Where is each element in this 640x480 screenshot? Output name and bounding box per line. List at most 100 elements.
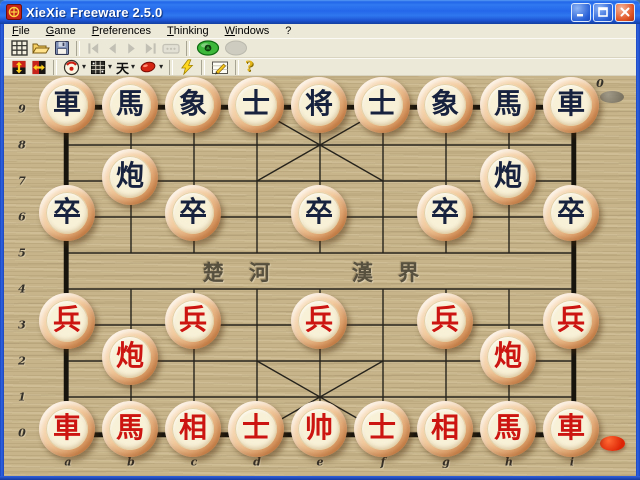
piece-character: 炮	[115, 159, 144, 192]
red-piece-font-icon	[140, 61, 156, 73]
piece-black-i9[interactable]: 車	[543, 77, 599, 133]
piece-black-i6[interactable]: 卒	[543, 185, 599, 241]
file-label-i: i	[569, 455, 575, 469]
piece-face: 馬	[109, 84, 151, 126]
piece-black-c9[interactable]: 象	[165, 77, 221, 133]
new-board-button[interactable]	[11, 39, 28, 57]
piece-face: 馬	[487, 84, 529, 126]
piece-character: 馬	[493, 87, 522, 120]
maximize-button[interactable]	[593, 2, 613, 22]
setup-position-button[interactable]	[211, 58, 229, 76]
piece-face: 将	[298, 84, 340, 126]
toolbar-separator	[235, 59, 240, 75]
piece-red-c3[interactable]: 兵	[165, 293, 221, 349]
piece-face: 兵	[46, 300, 88, 342]
piece-set-icon	[63, 59, 80, 75]
piece-black-b7[interactable]: 炮	[102, 149, 158, 205]
window-border-left	[0, 24, 4, 480]
piece-black-h9[interactable]: 馬	[480, 77, 536, 133]
piece-character: 車	[52, 411, 81, 444]
piece-red-i3[interactable]: 兵	[543, 293, 599, 349]
piece-red-g3[interactable]: 兵	[417, 293, 473, 349]
board-style-button[interactable]: ▾	[90, 58, 112, 76]
piece-black-d9[interactable]: 士	[228, 77, 284, 133]
piece-face: 士	[361, 84, 403, 126]
piece-red-e0[interactable]: 帅	[291, 401, 347, 457]
piece-red-i0[interactable]: 車	[543, 401, 599, 457]
piece-red-e3[interactable]: 兵	[291, 293, 347, 349]
go-first-button[interactable]	[86, 39, 101, 57]
piece-red-h2[interactable]: 炮	[480, 329, 536, 385]
move-now-button[interactable]	[179, 58, 195, 76]
piece-character: 将	[304, 87, 333, 120]
piece-red-d0[interactable]: 士	[228, 401, 284, 457]
piece-black-a9[interactable]: 車	[39, 77, 95, 133]
menu-item-help[interactable]: ?	[277, 24, 299, 38]
piece-red-h0[interactable]: 馬	[480, 401, 536, 457]
flip-board-vertical-button[interactable]	[11, 58, 27, 76]
piece-set-button[interactable]: ▾	[63, 58, 86, 76]
open-button[interactable]	[32, 39, 50, 57]
piece-face: 車	[46, 84, 88, 126]
piece-black-a6[interactable]: 卒	[39, 185, 95, 241]
menu-item-file[interactable]: File	[4, 24, 38, 38]
save-button[interactable]	[54, 39, 70, 57]
piece-black-b9[interactable]: 馬	[102, 77, 158, 133]
piece-face: 炮	[109, 336, 151, 378]
piece-red-f0[interactable]: 士	[354, 401, 410, 457]
engine-stop-button[interactable]	[224, 39, 248, 57]
go-previous-button[interactable]	[105, 39, 120, 57]
xiangqi-board[interactable]: 楚 河 漢 界 0 9876543210abcdefghi車馬象士将士象馬車炮炮…	[4, 76, 636, 476]
black-piece-font-button[interactable]: 天 ▾	[116, 58, 135, 77]
menu-item-preferences[interactable]: Preferences	[84, 24, 159, 38]
piece-face: 馬	[487, 408, 529, 450]
piece-face: 卒	[298, 192, 340, 234]
file-label-e: e	[316, 455, 324, 469]
menu-item-game[interactable]: Game	[38, 24, 84, 38]
engine-go-button[interactable]	[196, 39, 220, 57]
piece-red-b0[interactable]: 馬	[102, 401, 158, 457]
piece-black-e9[interactable]: 将	[291, 77, 347, 133]
app-icon[interactable]	[6, 4, 22, 20]
red-piece-font-button[interactable]: ▾	[139, 58, 163, 76]
piece-face: 馬	[109, 408, 151, 450]
piece-red-a0[interactable]: 車	[39, 401, 95, 457]
title-bar[interactable]: XieXie Freeware 2.5.0	[0, 0, 640, 24]
menu-item-windows[interactable]: Windows	[217, 24, 278, 38]
piece-character: 帅	[304, 411, 333, 444]
minimize-button[interactable]	[571, 2, 591, 22]
window-border-bottom	[0, 476, 640, 480]
board-style-icon	[90, 60, 106, 74]
menu-item-thinking[interactable]: Thinking	[159, 24, 217, 38]
style-toolbar: ▾ ▾ 天 ▾ ▾ ?	[4, 58, 636, 77]
piece-character: 車	[52, 87, 81, 120]
close-button[interactable]	[615, 2, 635, 22]
piece-black-g9[interactable]: 象	[417, 77, 473, 133]
piece-face: 兵	[298, 300, 340, 342]
black-turn-indicator	[600, 91, 624, 103]
piece-red-g0[interactable]: 相	[417, 401, 473, 457]
piece-red-b2[interactable]: 炮	[102, 329, 158, 385]
piece-black-h7[interactable]: 炮	[480, 149, 536, 205]
engine-stop-icon	[225, 40, 247, 56]
piece-character: 卒	[52, 195, 81, 228]
piece-black-g6[interactable]: 卒	[417, 185, 473, 241]
help-button[interactable]: ?	[245, 58, 253, 76]
piece-face: 相	[424, 408, 466, 450]
piece-black-c6[interactable]: 卒	[165, 185, 221, 241]
toolbar-separator	[169, 59, 174, 75]
file-label-a: a	[64, 455, 72, 469]
go-last-button[interactable]	[143, 39, 158, 57]
dropdown-arrow-icon: ▾	[82, 62, 87, 71]
piece-black-f9[interactable]: 士	[354, 77, 410, 133]
replay-button[interactable]	[162, 39, 180, 57]
help-icon: ?	[245, 59, 254, 75]
piece-red-c0[interactable]: 相	[165, 401, 221, 457]
flip-board-horizontal-button[interactable]	[31, 58, 47, 76]
piece-black-e6[interactable]: 卒	[291, 185, 347, 241]
file-label-f: f	[380, 455, 386, 469]
piece-character: 馬	[115, 411, 144, 444]
piece-red-a3[interactable]: 兵	[39, 293, 95, 349]
piece-character: 炮	[115, 339, 144, 372]
go-next-button[interactable]	[124, 39, 139, 57]
